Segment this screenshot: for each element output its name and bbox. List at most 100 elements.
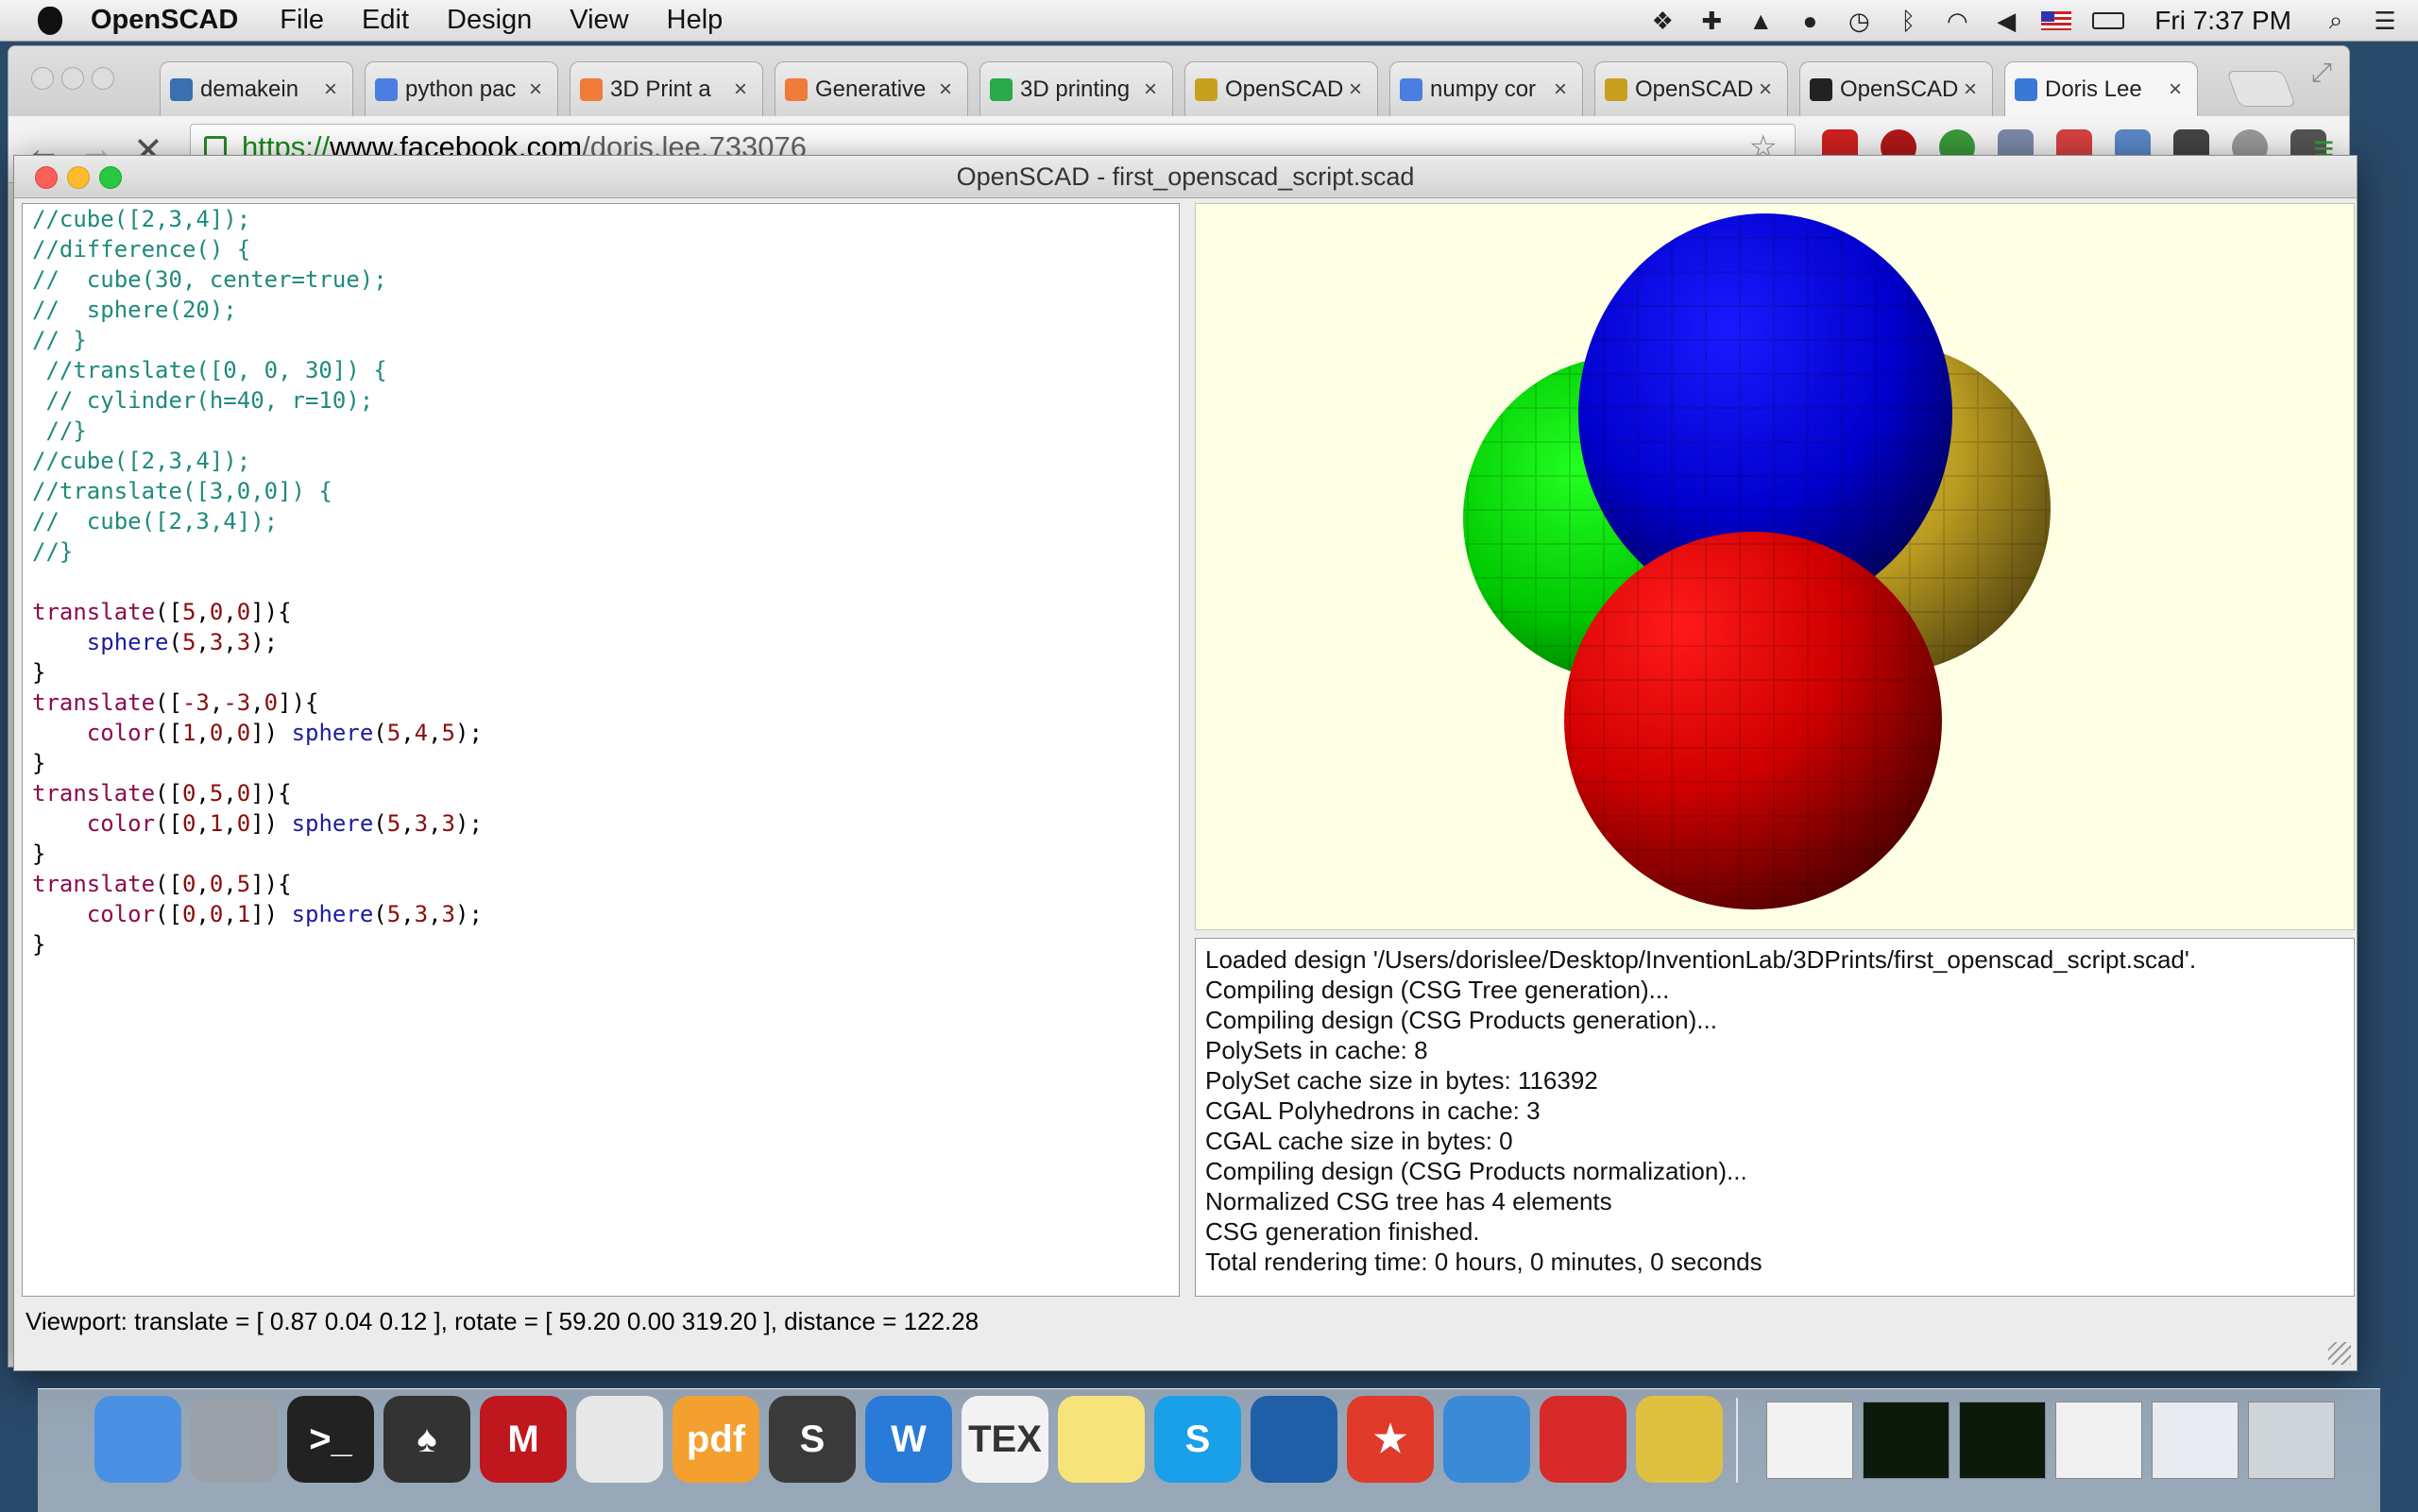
plus-icon[interactable]: ✚ [1697, 7, 1726, 35]
menu-design[interactable]: Design [447, 5, 532, 36]
menu-file[interactable]: File [280, 5, 324, 36]
new-tab-button[interactable] [2226, 71, 2296, 107]
code-token: , [196, 599, 210, 625]
tab-close-icon[interactable]: × [1144, 76, 1163, 103]
tab-close-icon[interactable]: × [939, 76, 958, 103]
pdf-app-icon[interactable]: pdf [673, 1396, 759, 1483]
browser-minimize-button[interactable] [61, 67, 84, 90]
code-token: 0 [236, 720, 251, 746]
safari-icon[interactable] [1443, 1396, 1530, 1483]
minimized-window-2[interactable] [1863, 1402, 1950, 1479]
code-token: 0 [181, 810, 196, 837]
minimized-window-4[interactable] [2055, 1402, 2142, 1479]
code-line: } [23, 929, 1179, 960]
window-zoom-button[interactable] [99, 166, 122, 189]
browser-close-button[interactable] [31, 67, 54, 90]
browser-tab[interactable]: demakein × [160, 61, 353, 116]
menu-help[interactable]: Help [667, 5, 724, 36]
notification-bell-icon[interactable]: ▲ [1746, 7, 1775, 35]
minimized-window-5[interactable] [2152, 1402, 2239, 1479]
chrome-icon[interactable] [576, 1396, 663, 1483]
code-line: //cube([2,3,4]); [23, 446, 1179, 476]
code-token: , [196, 720, 210, 746]
tab-title: OpenSCAD [1635, 76, 1753, 102]
wifi-icon[interactable]: ◠ [1943, 7, 1971, 35]
code-token: , [196, 629, 210, 655]
browser-tab[interactable]: Generative × [775, 61, 968, 116]
terminal-icon[interactable]: >_ [287, 1396, 374, 1483]
console-line: PolySet cache size in bytes: 116392 [1205, 1066, 1598, 1095]
trash-icon[interactable] [2248, 1402, 2335, 1479]
tab-title: Generative [815, 76, 927, 102]
tex-icon[interactable]: TEX [962, 1396, 1048, 1483]
dropbox-icon[interactable]: ❖ [1648, 7, 1677, 35]
notification-center-icon[interactable]: ☰ [2371, 7, 2399, 35]
tab-close-icon[interactable]: × [734, 76, 753, 103]
stickies-icon[interactable] [1058, 1396, 1145, 1483]
code-token: 0 [209, 901, 224, 927]
code-line: translate([0,5,0]){ [23, 778, 1179, 808]
code-token: //translate([0, 0, 30]) { [32, 357, 387, 383]
sketchup-icon[interactable] [1540, 1396, 1626, 1483]
code-token: ([ [155, 901, 182, 927]
3d-viewport[interactable] [1195, 203, 2355, 930]
word-icon[interactable]: W [865, 1396, 952, 1483]
apple-icon[interactable] [38, 6, 62, 35]
browser-zoom-button[interactable] [92, 67, 114, 90]
spade-app-icon[interactable]: ♠ [383, 1396, 470, 1483]
console-output[interactable]: Loaded design '/Users/dorislee/Desktop/I… [1195, 938, 2355, 1297]
code-token: ]){ [278, 689, 319, 716]
menu-edit[interactable]: Edit [362, 5, 409, 36]
window-minimize-button[interactable] [67, 166, 90, 189]
window-close-button[interactable] [35, 166, 58, 189]
clock[interactable]: Fri 7:37 PM [2154, 6, 2291, 36]
minimized-window-3[interactable] [1959, 1402, 2046, 1479]
tab-close-icon[interactable]: × [529, 76, 548, 103]
browser-tab[interactable]: 3D printing × [979, 61, 1173, 116]
tab-close-icon[interactable]: × [1964, 76, 1983, 103]
code-token: 0 [181, 901, 196, 927]
instructables-icon [785, 77, 808, 101]
resize-grip[interactable] [2328, 1342, 2351, 1365]
sublime-text-icon[interactable]: S [769, 1396, 856, 1483]
battery-icon[interactable] [2092, 12, 2125, 29]
tab-close-icon[interactable]: × [1759, 76, 1778, 103]
browser-tab[interactable]: Doris Lee × [2004, 61, 2198, 116]
spotlight-search-icon[interactable]: ⌕ [2322, 6, 2350, 34]
code-line: color([0,0,1]) sphere(5,3,3); [23, 899, 1179, 929]
bluetooth-icon[interactable]: ᛒ [1894, 7, 1922, 35]
code-editor[interactable]: //cube([2,3,4]); //difference() {// cube(… [22, 203, 1180, 1297]
browser-tab[interactable]: OpenSCAD × [1594, 61, 1788, 116]
mcafee-icon[interactable]: M [480, 1396, 567, 1483]
browser-tab[interactable]: OpenSCAD × [1799, 61, 1993, 116]
code-token: ([ [155, 720, 182, 746]
code-token: //difference() { [32, 236, 251, 263]
menu-view[interactable]: View [570, 5, 628, 36]
browser-tab[interactable]: python pac × [365, 61, 558, 116]
tab-title: OpenSCAD [1840, 76, 1958, 102]
fullscreen-icon[interactable]: ⤢ [2311, 58, 2332, 89]
skype-icon[interactable]: S [1154, 1396, 1241, 1483]
tab-close-icon[interactable]: × [2169, 76, 2188, 103]
launchpad-icon[interactable] [191, 1396, 278, 1483]
volume-icon[interactable]: ◀ [1992, 7, 2020, 35]
virtualbox-icon[interactable] [1251, 1396, 1337, 1483]
us-flag-icon[interactable] [2041, 11, 2072, 30]
console-line: Compiling design (CSG Products normaliza… [1205, 1157, 1747, 1185]
browser-tab[interactable]: 3D Print a × [570, 61, 763, 116]
console-line: Normalized CSG tree has 4 elements [1205, 1187, 1612, 1215]
tab-close-icon[interactable]: × [1349, 76, 1368, 103]
openscad-icon[interactable] [1636, 1396, 1723, 1483]
wunderlist-icon[interactable]: ★ [1347, 1396, 1434, 1483]
browser-tab[interactable]: OpenSCAD × [1184, 61, 1378, 116]
finder-icon[interactable] [94, 1396, 181, 1483]
app-menu[interactable]: OpenSCAD [91, 5, 238, 36]
code-line: } [23, 839, 1179, 869]
time-machine-icon[interactable]: ◷ [1845, 7, 1873, 35]
browser-tab[interactable]: numpy cor × [1389, 61, 1583, 116]
tab-close-icon[interactable]: × [1554, 76, 1573, 103]
tab-close-icon[interactable]: × [324, 76, 343, 103]
alien-icon[interactable]: ● [1796, 7, 1824, 35]
minimized-window-1[interactable] [1766, 1402, 1853, 1479]
